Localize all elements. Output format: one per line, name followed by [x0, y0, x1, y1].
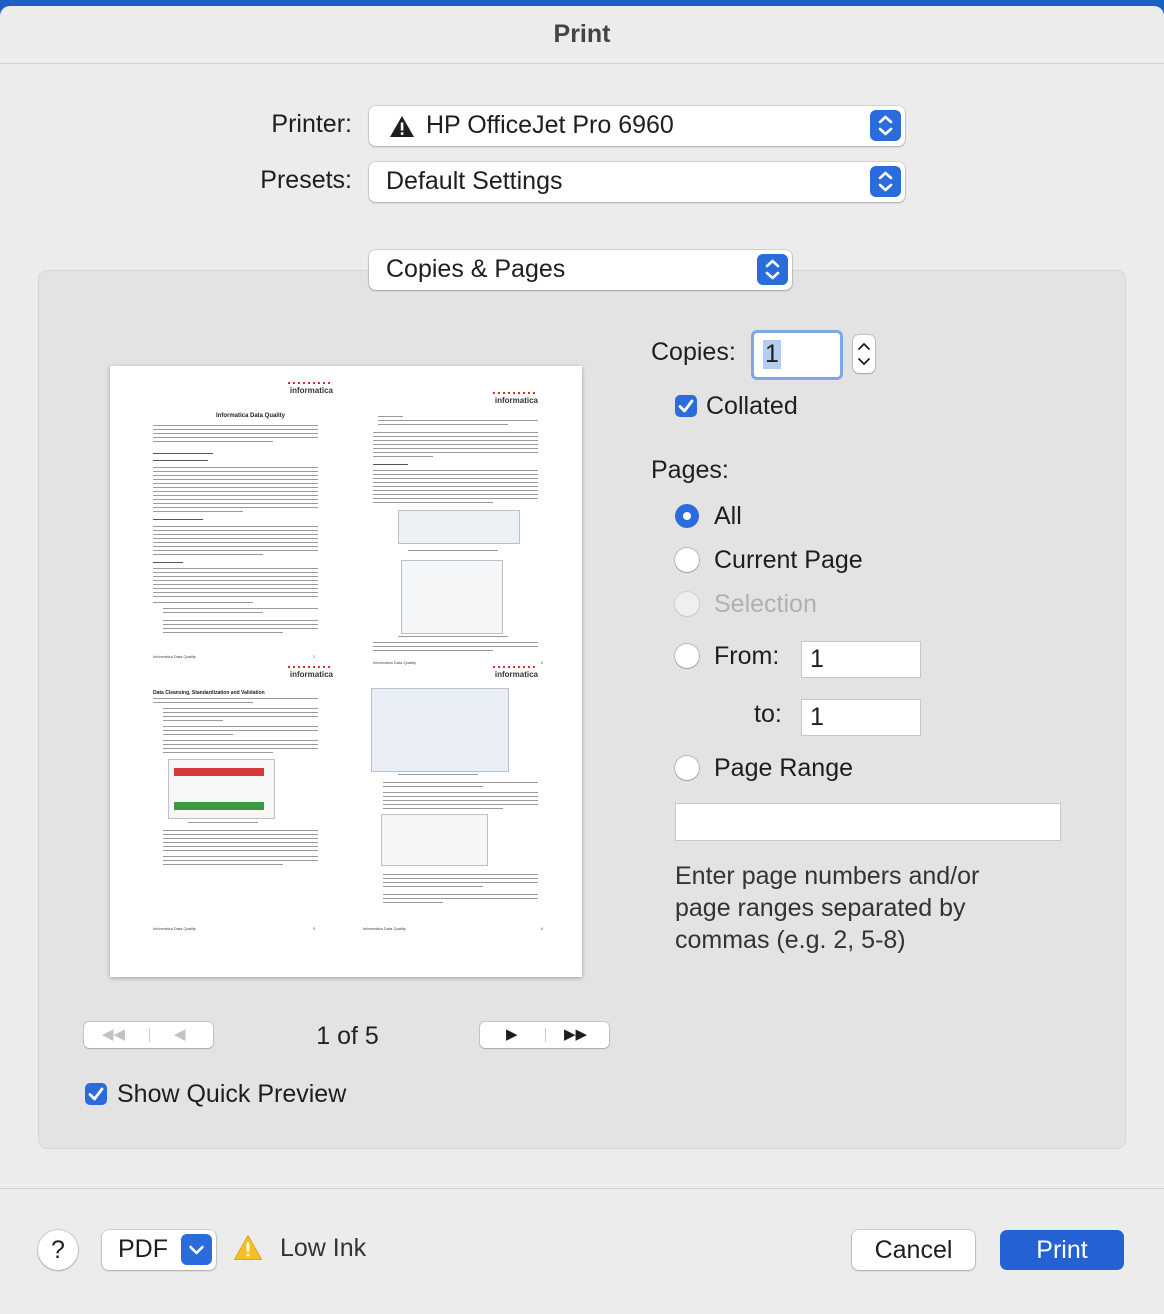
previous-page-icon[interactable]: ◀ [174, 1025, 186, 1043]
informatica-logo: informatica [289, 386, 333, 395]
preview-footer: Informatica Data Quality [363, 926, 406, 931]
title-separator [0, 63, 1164, 64]
section-updown-icon [757, 254, 788, 285]
show-quick-preview-label: Show Quick Preview [117, 1080, 347, 1108]
presets-value: Default Settings [386, 167, 563, 195]
print-button[interactable]: Print [1000, 1230, 1124, 1270]
copies-stepper[interactable] [853, 335, 875, 373]
presets-popup[interactable]: Default Settings [369, 162, 905, 202]
collated-checkbox[interactable] [675, 395, 697, 417]
print-preview: informatica Informatica Data Quality Inf… [110, 366, 582, 977]
help-button[interactable]: ? [38, 1230, 78, 1270]
first-page-icon[interactable]: ◀◀ [102, 1025, 125, 1043]
preview-architecture-image [381, 814, 488, 866]
pages-all-label: All [714, 502, 742, 530]
pages-from-value: 1 [810, 645, 824, 673]
page-range-hint: Enter page numbers and/or page ranges se… [675, 862, 980, 954]
pages-all-radio[interactable] [675, 504, 699, 528]
preview-page-number: 3 [312, 926, 315, 931]
preview-page-title: Informatica Data Quality [215, 413, 286, 419]
checkmark-icon [678, 399, 694, 413]
chevron-down-icon [181, 1234, 212, 1265]
printer-updown-icon [870, 110, 901, 141]
preview-diagram-image [168, 759, 275, 819]
preview-forward-buttons: ▶ ▶▶ [480, 1022, 609, 1048]
pages-from-label: From: [714, 642, 780, 670]
preview-page-2: informatica Informatica Data Quality 2 [353, 380, 558, 665]
low-ink-warning-icon [233, 1234, 263, 1266]
preview-footer: Informatica Data Quality [153, 926, 196, 931]
preview-page-number: 4 [540, 926, 543, 931]
presets-label: Presets: [260, 166, 352, 194]
copies-field[interactable]: 1 [754, 333, 840, 377]
section-value: Copies & Pages [386, 255, 566, 283]
preview-page-number: 1 [312, 654, 315, 659]
preview-chart-image [401, 560, 503, 634]
pages-to-value: 1 [810, 703, 824, 731]
page-indicator: 1 of 5 [316, 1022, 379, 1050]
pages-selection-radio [675, 592, 699, 616]
pages-range-radio[interactable] [675, 756, 699, 780]
cancel-button[interactable]: Cancel [852, 1230, 975, 1270]
show-quick-preview-checkbox[interactable] [85, 1083, 107, 1105]
printer-warning-icon [389, 115, 415, 143]
next-page-icon[interactable]: ▶ [506, 1025, 518, 1043]
pages-label: Pages: [651, 456, 729, 484]
last-page-icon[interactable]: ▶▶ [564, 1025, 587, 1043]
checkmark-icon [88, 1087, 104, 1101]
pages-current-radio[interactable] [675, 548, 699, 572]
preview-page-1: informatica Informatica Data Quality Inf… [148, 380, 353, 660]
preview-page-3: informatica Data Cleansing, Standardizat… [148, 664, 353, 944]
copies-label: Copies: [651, 338, 736, 366]
low-ink-status: Low Ink [280, 1234, 367, 1262]
informatica-logo: informatica [494, 670, 538, 679]
footer-separator [0, 1188, 1164, 1189]
pages-selection-label: Selection [714, 590, 817, 618]
stepper-arrows-icon [858, 342, 870, 366]
print-dialog: Print Printer: HP OfficeJet Pro 6960 Pre… [0, 6, 1164, 1314]
preview-page-4: informatica Informatica Data Quality 4 [353, 664, 558, 944]
printer-popup[interactable]: HP OfficeJet Pro 6960 [369, 106, 905, 146]
preview-table-image [371, 688, 509, 772]
informatica-logo: informatica [289, 670, 333, 679]
pdf-label: PDF [118, 1235, 168, 1263]
pages-current-label: Current Page [714, 546, 863, 574]
preview-back-buttons: ◀◀ ◀ [84, 1022, 213, 1048]
pages-from-radio[interactable] [675, 644, 699, 668]
pages-range-label: Page Range [714, 754, 854, 782]
page-range-field[interactable] [676, 804, 1060, 840]
printer-label: Printer: [271, 110, 352, 138]
pages-to-field[interactable]: 1 [802, 700, 920, 735]
pages-from-field[interactable]: 1 [802, 642, 920, 677]
printer-value: HP OfficeJet Pro 6960 [426, 111, 674, 139]
copies-value: 1 [763, 340, 781, 369]
preview-screenshot-image [398, 510, 520, 544]
pdf-menu-button[interactable]: PDF [102, 1230, 216, 1270]
collated-label: Collated [706, 392, 798, 420]
preview-footer: Informatica Data Quality [153, 654, 196, 659]
preview-page-title: Data Cleansing, Standardization and Vali… [153, 690, 265, 696]
presets-updown-icon [870, 166, 901, 197]
dialog-title: Print [553, 20, 611, 48]
informatica-logo: informatica [494, 396, 538, 405]
pages-to-label: to: [754, 700, 782, 728]
section-popup[interactable]: Copies & Pages [369, 250, 792, 290]
